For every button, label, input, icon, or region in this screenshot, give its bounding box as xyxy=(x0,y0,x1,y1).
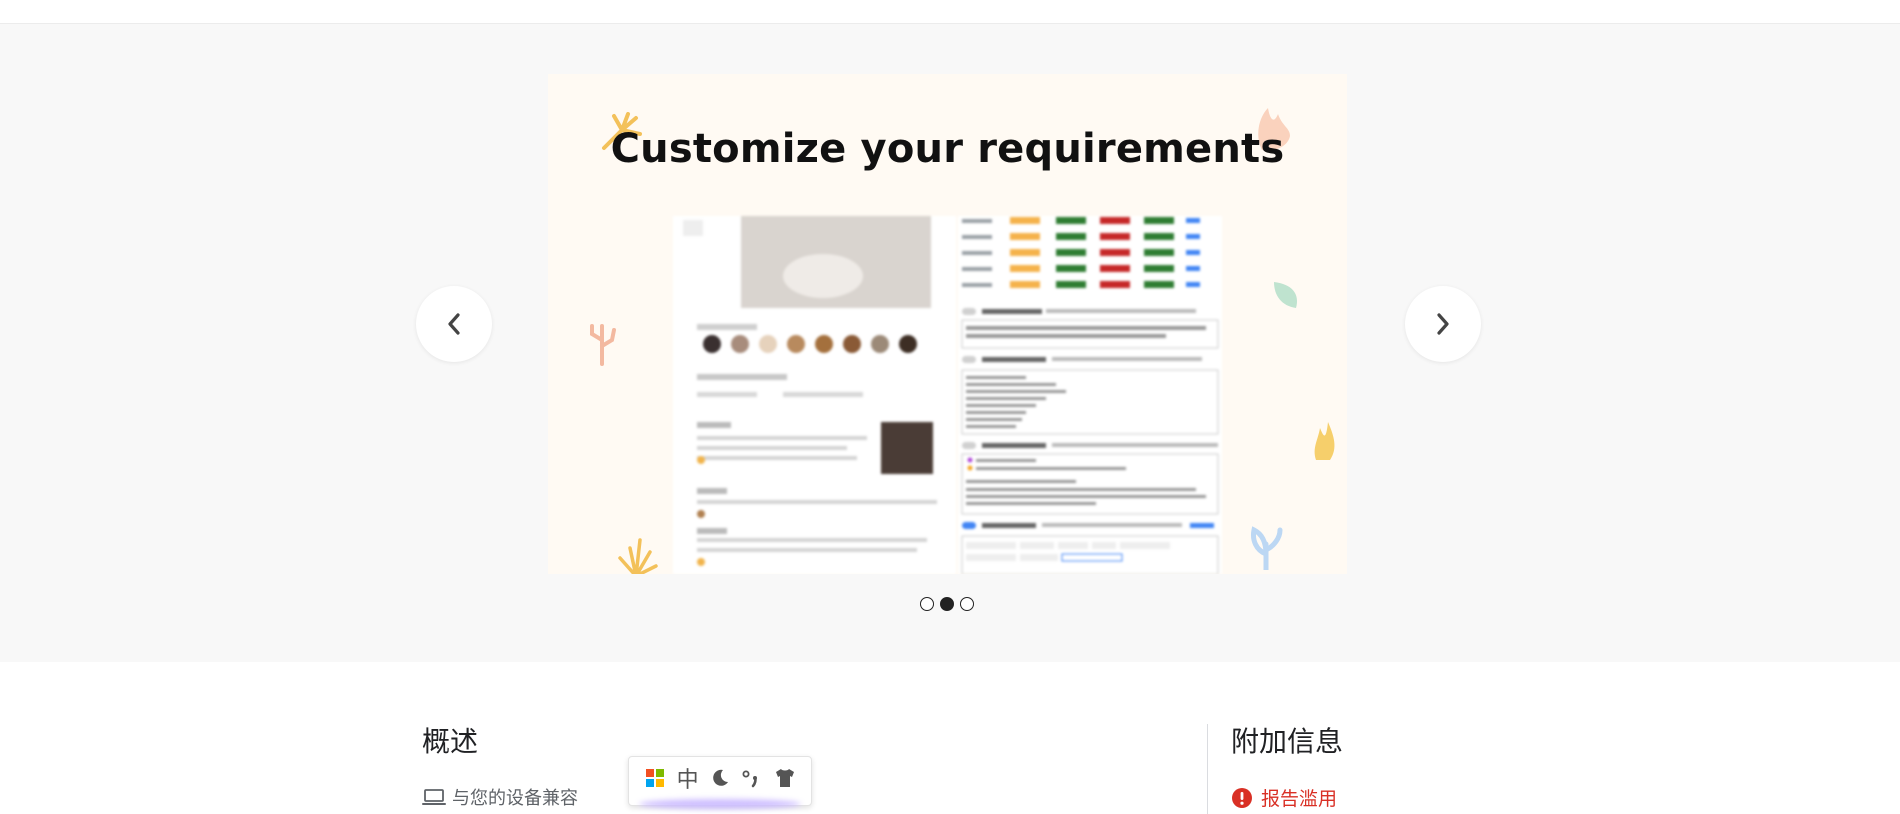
carousel-dot-1[interactable] xyxy=(920,597,934,611)
carousel-prev-button[interactable] xyxy=(416,286,492,362)
punctuation-icon[interactable] xyxy=(738,764,766,792)
flame-decoration-icon xyxy=(1314,422,1335,460)
top-strip xyxy=(0,0,1900,24)
green-leaf-decoration-icon xyxy=(1274,282,1298,308)
section-divider xyxy=(1207,724,1208,814)
product-page-mockup xyxy=(673,216,956,574)
chevron-right-icon xyxy=(1437,313,1449,335)
chevron-left-icon xyxy=(448,313,460,335)
laptop-icon xyxy=(422,789,446,805)
report-abuse-label: 报告滥用 xyxy=(1261,788,1338,810)
windows-grid-icon[interactable] xyxy=(641,764,669,792)
overview-heading: 概述 xyxy=(422,725,479,758)
shirt-icon[interactable] xyxy=(771,764,799,792)
carousel-dot-2[interactable] xyxy=(940,597,954,611)
additional-info-heading: 附加信息 xyxy=(1231,725,1344,758)
moon-icon[interactable] xyxy=(706,764,734,792)
alert-icon xyxy=(1232,787,1252,808)
chinese-mode-toggle[interactable]: 中 xyxy=(674,764,702,793)
carousel-slide: Customize your requirements xyxy=(548,74,1347,574)
ime-toolbar: 中 xyxy=(628,756,812,809)
carousel-indicators xyxy=(920,597,974,611)
cactus-decoration-icon xyxy=(590,324,616,366)
blue-sprout-decoration-icon xyxy=(1251,526,1283,570)
compatibility-text: 与您的设备兼容 xyxy=(452,788,578,809)
slide-title: Customize your requirements xyxy=(610,126,1285,172)
grass-decoration-icon xyxy=(618,538,658,574)
carousel-dot-3[interactable] xyxy=(960,597,974,611)
ime-toolbar-glow xyxy=(639,799,801,809)
device-compatibility: 与您的设备兼容 xyxy=(422,784,578,810)
keyword-settings-mockup xyxy=(958,216,1222,574)
report-abuse-link[interactable]: 报告滥用 xyxy=(1231,784,1337,811)
carousel-next-button[interactable] xyxy=(1405,286,1481,362)
